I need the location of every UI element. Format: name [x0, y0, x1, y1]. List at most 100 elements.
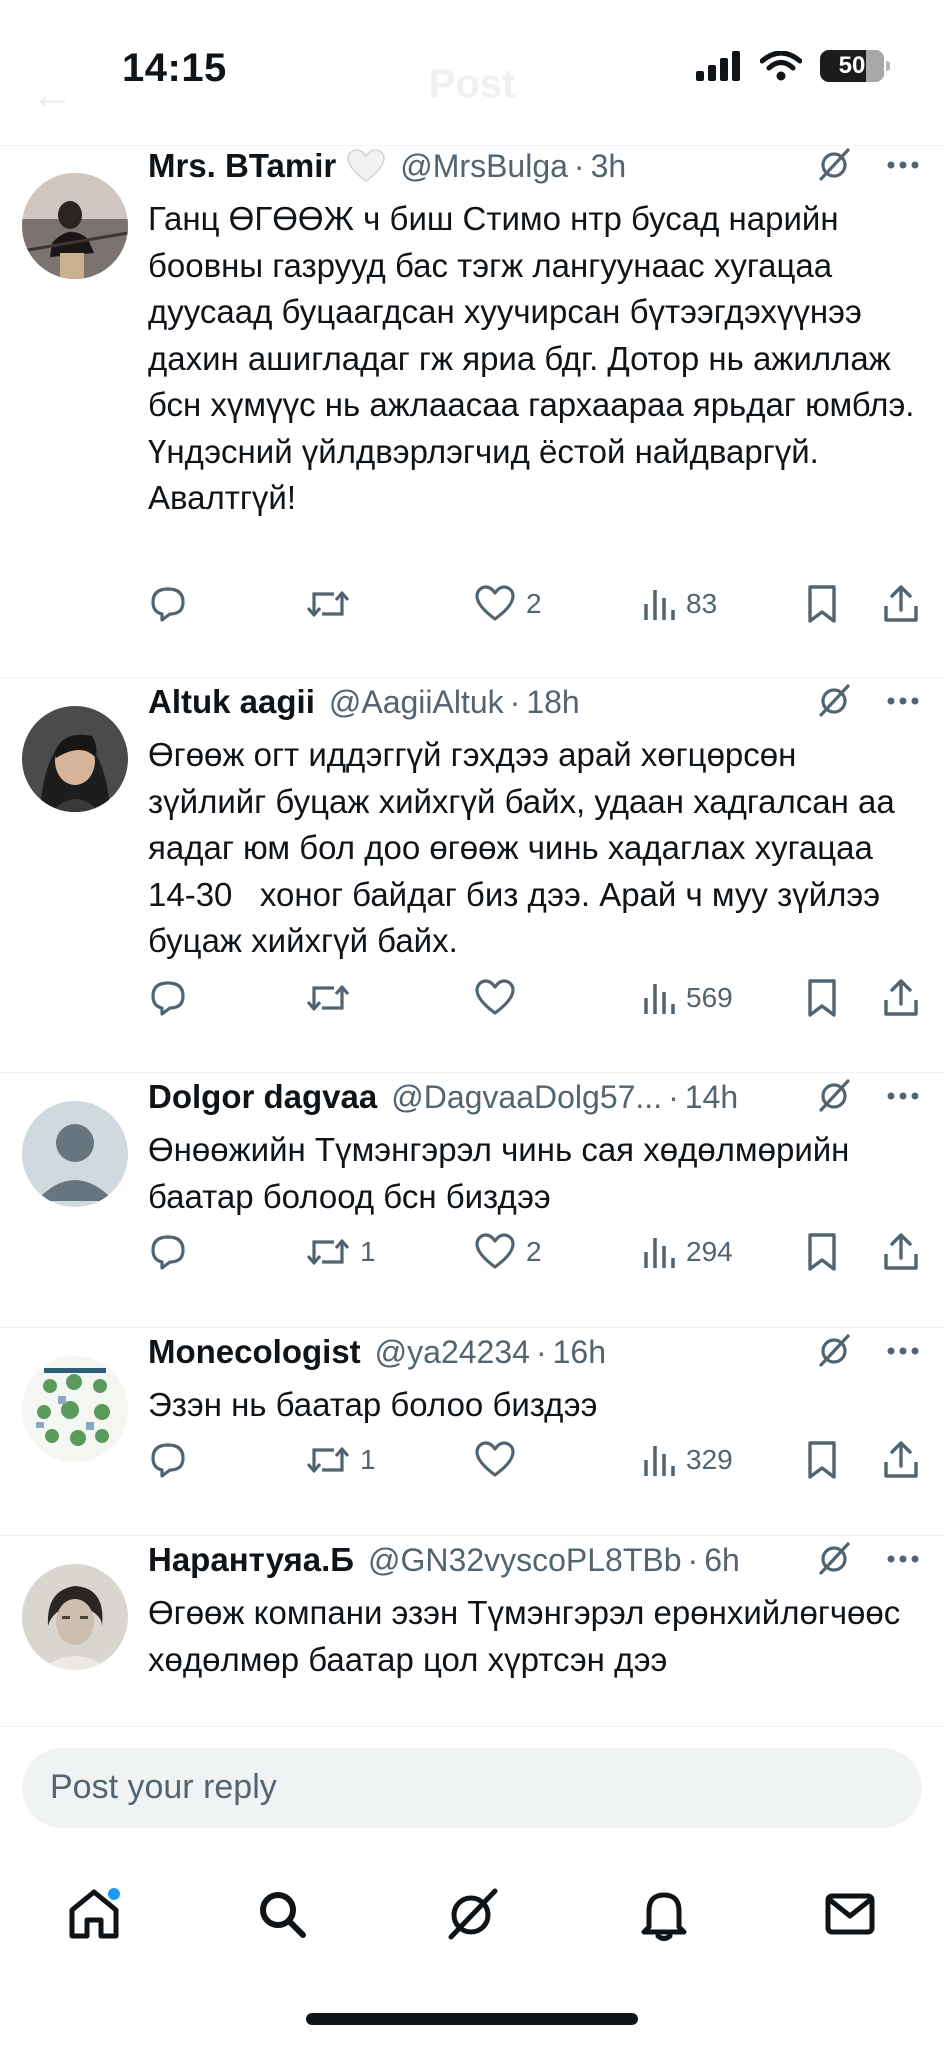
repost-button[interactable]: [306, 582, 360, 626]
bookmark-button[interactable]: [806, 1438, 838, 1482]
author-name[interactable]: Altuk aagii: [148, 683, 315, 721]
bookmark-button[interactable]: [806, 976, 838, 1020]
post-actions: 1 329: [148, 1438, 920, 1482]
views-count: 569: [686, 982, 733, 1013]
reply-post[interactable]: Dolgor dagvaa @DagvaaDolg57... · 14h Өнө…: [0, 1072, 944, 1328]
more-options-icon[interactable]: [886, 1551, 920, 1569]
author-handle[interactable]: @MrsBulga: [400, 148, 568, 185]
views-icon: [642, 980, 676, 1016]
separator-dot: ·: [535, 1333, 547, 1370]
reply-icon: [148, 1440, 188, 1480]
like-button[interactable]: 2: [474, 582, 542, 626]
like-button[interactable]: 2: [474, 1230, 542, 1274]
wifi-icon: [760, 51, 802, 81]
reply-icon: [148, 978, 188, 1018]
post-time[interactable]: 14h: [685, 1079, 738, 1116]
share-button[interactable]: [882, 582, 920, 626]
like-count: 2: [526, 588, 542, 619]
author-name[interactable]: Dolgor dagvaa: [148, 1078, 377, 1116]
share-button[interactable]: [882, 1438, 920, 1482]
reply-button[interactable]: [148, 582, 188, 626]
tab-search[interactable]: [238, 1870, 326, 1958]
more-options-icon[interactable]: [886, 693, 920, 711]
grok-icon[interactable]: [816, 1540, 852, 1581]
grok-icon[interactable]: [816, 1332, 852, 1373]
reply-post[interactable]: Altuk aagii @AagiiAltuk · 18h Өгөөж огт …: [0, 677, 944, 1073]
share-icon: [882, 584, 920, 624]
home-indicator: [306, 2013, 638, 2025]
share-button[interactable]: [882, 1230, 920, 1274]
grok-icon: [448, 1888, 498, 1940]
grok-icon[interactable]: [816, 146, 852, 187]
post-actions: 1 2 294: [148, 1230, 920, 1274]
post-time[interactable]: 18h: [526, 684, 579, 721]
views-count: 329: [686, 1444, 733, 1475]
share-icon: [882, 978, 920, 1018]
like-button[interactable]: [474, 976, 526, 1020]
bookmark-button[interactable]: [806, 582, 838, 626]
avatar[interactable]: [22, 173, 128, 279]
like-button[interactable]: [474, 1438, 526, 1482]
post-actions: 2 83: [148, 582, 920, 626]
post-header: Dolgor dagvaa @DagvaaDolg57... · 14h: [148, 1075, 920, 1119]
views-button[interactable]: 294: [642, 1230, 733, 1274]
share-button[interactable]: [882, 976, 920, 1020]
heart-icon: [474, 1233, 516, 1271]
reply-post[interactable]: Monecologist @ya24234 · 16h Эзэн нь баат…: [0, 1327, 944, 1536]
reply-input[interactable]: Post your reply: [22, 1748, 922, 1828]
reply-post[interactable]: Mrs. BTamir @MrsBulga · 3h Ганц ӨГӨӨЖ ч …: [0, 145, 944, 678]
repost-button[interactable]: 1: [306, 1438, 376, 1482]
battery-icon: 50: [820, 50, 890, 82]
author-handle[interactable]: @GN32vyscoPL8TBb: [368, 1542, 682, 1579]
white-heart-emoji: [347, 149, 386, 182]
reply-button[interactable]: [148, 1230, 188, 1274]
bookmark-icon: [806, 978, 838, 1018]
separator-dot: ·: [668, 1078, 679, 1115]
post-header: Altuk aagii @AagiiAltuk · 18h: [148, 680, 920, 724]
views-icon: [642, 586, 676, 622]
share-icon: [882, 1440, 920, 1480]
tab-grok[interactable]: [428, 1870, 516, 1958]
tab-notifications[interactable]: [620, 1870, 708, 1958]
views-button[interactable]: 569: [642, 976, 733, 1020]
reply-icon: [148, 584, 188, 624]
author-handle[interactable]: @AagiiAltuk: [329, 684, 504, 721]
avatar[interactable]: [22, 1356, 128, 1462]
status-time: 14:15: [122, 46, 227, 90]
views-icon: [642, 1442, 676, 1478]
views-button[interactable]: 329: [642, 1438, 733, 1482]
repost-button[interactable]: 1: [306, 1230, 376, 1274]
author-name[interactable]: Monecologist: [148, 1333, 361, 1371]
author-handle[interactable]: @ya24234: [375, 1334, 530, 1371]
avatar[interactable]: [22, 706, 128, 812]
more-options-icon[interactable]: [886, 1088, 920, 1106]
grok-icon[interactable]: [816, 682, 852, 723]
post-text: Өнөөжийн Түмэнгэрэл чинь сая хөдөлмөрийн…: [148, 1131, 859, 1215]
post-time[interactable]: 6h: [704, 1542, 740, 1579]
post-time[interactable]: 3h: [591, 148, 627, 185]
more-options-icon[interactable]: [886, 157, 920, 175]
post-header: Monecologist @ya24234 · 16h: [148, 1330, 920, 1374]
tab-messages[interactable]: [806, 1870, 894, 1958]
bookmark-button[interactable]: [806, 1230, 838, 1274]
avatar[interactable]: [22, 1101, 128, 1207]
post-header: Нарантуяа.Б @GN32vyscoPL8TBb · 6h: [148, 1538, 920, 1582]
home-icon: [69, 1888, 120, 1939]
repost-button[interactable]: [306, 976, 360, 1020]
grok-icon[interactable]: [816, 1077, 852, 1118]
author-name[interactable]: Mrs. BTamir: [148, 147, 336, 185]
reply-button[interactable]: [148, 1438, 188, 1482]
status-bar: ← Post 14:15 50: [0, 0, 944, 146]
post-time[interactable]: 16h: [553, 1334, 606, 1371]
author-name[interactable]: Нарантуяа.Б: [148, 1541, 354, 1579]
author-handle[interactable]: @DagvaaDolg57...: [391, 1079, 662, 1116]
post-header: Mrs. BTamir @MrsBulga · 3h: [148, 144, 920, 188]
like-count: 2: [526, 1236, 542, 1267]
signal-icon: [696, 51, 740, 81]
reply-button[interactable]: [148, 976, 188, 1020]
tab-home[interactable]: [50, 1870, 138, 1958]
more-options-icon[interactable]: [886, 1343, 920, 1361]
avatar[interactable]: [22, 1564, 128, 1670]
views-button[interactable]: 83: [642, 582, 717, 626]
reply-post[interactable]: Нарантуяа.Б @GN32vyscoPL8TBb · 6h Өгөөж …: [0, 1535, 944, 1727]
